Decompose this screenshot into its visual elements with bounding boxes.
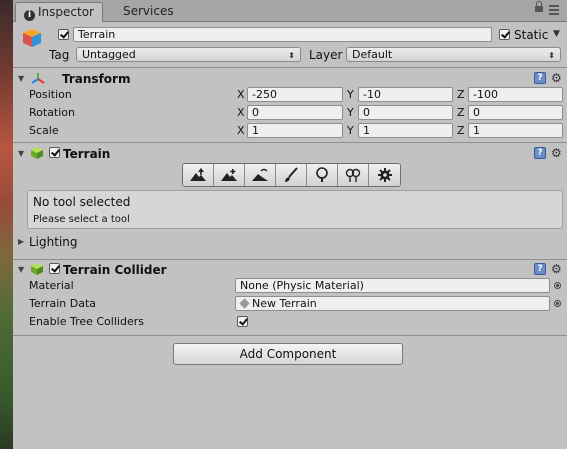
tab-inspector[interactable]: i Inspector bbox=[15, 2, 103, 22]
menu-icon[interactable] bbox=[549, 5, 559, 15]
tag-label: Tag bbox=[49, 48, 70, 62]
separator bbox=[13, 142, 567, 143]
foldout-arrow-icon[interactable]: ▼ bbox=[18, 265, 24, 274]
enable-tree-colliders-label: Enable Tree Colliders bbox=[29, 315, 144, 328]
scale-label: Scale bbox=[29, 124, 59, 137]
scale-z-field[interactable]: 1 bbox=[468, 123, 563, 138]
layer-dropdown-value: Default bbox=[352, 48, 393, 61]
static-checkbox[interactable] bbox=[499, 29, 510, 40]
tree-icon bbox=[316, 167, 328, 182]
help-icon[interactable]: ? bbox=[534, 147, 546, 159]
object-picker-icon[interactable] bbox=[554, 282, 561, 289]
transform-title: Transform bbox=[62, 72, 131, 86]
foldout-arrow-icon[interactable]: ▼ bbox=[18, 149, 24, 158]
tab-inspector-label: Inspector bbox=[38, 5, 94, 19]
z-axis-label[interactable]: Z bbox=[457, 124, 465, 137]
tag-dropdown-value: Untagged bbox=[82, 48, 136, 61]
gameobject-icon bbox=[23, 29, 41, 47]
terrain-data-label: Terrain Data bbox=[29, 297, 96, 310]
transform-icon bbox=[31, 73, 45, 84]
x-axis-label[interactable]: X bbox=[237, 106, 245, 119]
separator bbox=[13, 335, 567, 336]
z-axis-label[interactable]: Z bbox=[457, 88, 465, 101]
terrain-help-box: No tool selected Please select a tool bbox=[27, 190, 563, 229]
transform-header[interactable]: ▼ Transform ? ⚙ bbox=[13, 69, 567, 89]
help-title: No tool selected bbox=[33, 195, 131, 209]
gear-icon[interactable]: ⚙ bbox=[551, 72, 562, 84]
scale-y-field[interactable]: 1 bbox=[358, 123, 453, 138]
paint-height-icon bbox=[221, 169, 237, 181]
rotation-label: Rotation bbox=[29, 106, 76, 119]
dropdown-arrow-icon: ⬍ bbox=[288, 51, 295, 60]
gear-icon[interactable]: ⚙ bbox=[551, 147, 562, 159]
smooth-height-icon bbox=[252, 168, 268, 181]
collider-enabled-checkbox[interactable] bbox=[49, 263, 60, 274]
terrain-collider-header[interactable]: ▼ Terrain Collider ? ⚙ bbox=[13, 260, 567, 280]
terrain-settings-tool-button[interactable] bbox=[369, 164, 400, 186]
position-x-field[interactable]: -250 bbox=[247, 87, 343, 102]
terrain-data-value: New Terrain bbox=[252, 297, 317, 310]
layer-label: Layer bbox=[309, 48, 343, 62]
help-text: Please select a tool bbox=[33, 214, 130, 225]
object-picker-icon[interactable] bbox=[554, 300, 561, 307]
tab-bar: i Inspector Services bbox=[13, 0, 567, 22]
y-axis-label[interactable]: Y bbox=[347, 106, 354, 119]
x-axis-label[interactable]: X bbox=[237, 88, 245, 101]
rotation-x-field[interactable]: 0 bbox=[247, 105, 343, 120]
raise-lower-terrain-tool-button[interactable] bbox=[183, 164, 214, 186]
terrain-data-object-field[interactable]: New Terrain bbox=[235, 296, 550, 311]
help-icon[interactable]: ? bbox=[534, 72, 546, 84]
lock-icon[interactable] bbox=[535, 1, 543, 12]
x-axis-label[interactable]: X bbox=[237, 124, 245, 137]
terrain-collider-icon bbox=[31, 263, 43, 275]
gear-icon[interactable]: ⚙ bbox=[551, 263, 562, 275]
static-label: Static bbox=[514, 28, 549, 42]
terrain-tool-toolbar bbox=[182, 163, 401, 187]
position-label: Position bbox=[29, 88, 72, 101]
smooth-height-tool-button[interactable] bbox=[245, 164, 276, 186]
rotation-y-field[interactable]: 0 bbox=[358, 105, 453, 120]
dropdown-arrow-icon: ⬍ bbox=[548, 51, 555, 60]
terrain-header[interactable]: ▼ Terrain ? ⚙ bbox=[13, 144, 567, 164]
y-axis-label[interactable]: Y bbox=[347, 88, 354, 101]
scale-x-field[interactable]: 1 bbox=[247, 123, 343, 138]
foldout-arrow-icon[interactable]: ▼ bbox=[18, 74, 24, 83]
tab-services[interactable]: Services bbox=[113, 2, 184, 21]
enable-tree-colliders-checkbox[interactable] bbox=[237, 316, 248, 327]
raise-terrain-icon bbox=[190, 168, 206, 181]
paintbrush-icon bbox=[285, 167, 298, 182]
z-axis-label[interactable]: Z bbox=[457, 106, 465, 119]
terrain-title: Terrain bbox=[63, 147, 111, 161]
position-y-field[interactable]: -10 bbox=[358, 87, 453, 102]
terrain-data-asset-icon bbox=[239, 298, 250, 309]
terrain-component-icon bbox=[31, 147, 43, 159]
settings-gear-icon bbox=[377, 168, 392, 182]
terrain-collider-title: Terrain Collider bbox=[63, 263, 167, 277]
lighting-foldout-arrow-icon[interactable]: ▶ bbox=[18, 237, 24, 246]
inspector-panel: i Inspector Services Terrain Static ▼ Tag… bbox=[13, 0, 567, 449]
material-label: Material bbox=[29, 279, 74, 292]
paint-height-tool-button[interactable] bbox=[214, 164, 245, 186]
help-icon[interactable]: ? bbox=[534, 263, 546, 275]
place-trees-tool-button[interactable] bbox=[307, 164, 338, 186]
scene-view-strip bbox=[0, 0, 14, 449]
lighting-foldout-label[interactable]: Lighting bbox=[29, 235, 78, 249]
static-dropdown-arrow-icon[interactable]: ▼ bbox=[553, 29, 560, 39]
terrain-enabled-checkbox[interactable] bbox=[49, 147, 60, 158]
add-component-button[interactable]: Add Component bbox=[173, 343, 403, 365]
rotation-z-field[interactable]: 0 bbox=[468, 105, 563, 120]
position-z-field[interactable]: -100 bbox=[468, 87, 563, 102]
layer-dropdown[interactable]: Default ⬍ bbox=[346, 47, 561, 62]
tag-dropdown[interactable]: Untagged ⬍ bbox=[76, 47, 301, 62]
separator bbox=[13, 67, 567, 68]
paint-details-tool-button[interactable] bbox=[338, 164, 369, 186]
active-checkbox[interactable] bbox=[58, 29, 69, 40]
paint-texture-tool-button[interactable] bbox=[276, 164, 307, 186]
details-icon bbox=[345, 168, 361, 182]
info-icon: i bbox=[24, 10, 35, 21]
y-axis-label[interactable]: Y bbox=[347, 124, 354, 137]
name-field[interactable]: Terrain bbox=[73, 27, 492, 42]
material-object-field[interactable]: None (Physic Material) bbox=[235, 278, 550, 293]
